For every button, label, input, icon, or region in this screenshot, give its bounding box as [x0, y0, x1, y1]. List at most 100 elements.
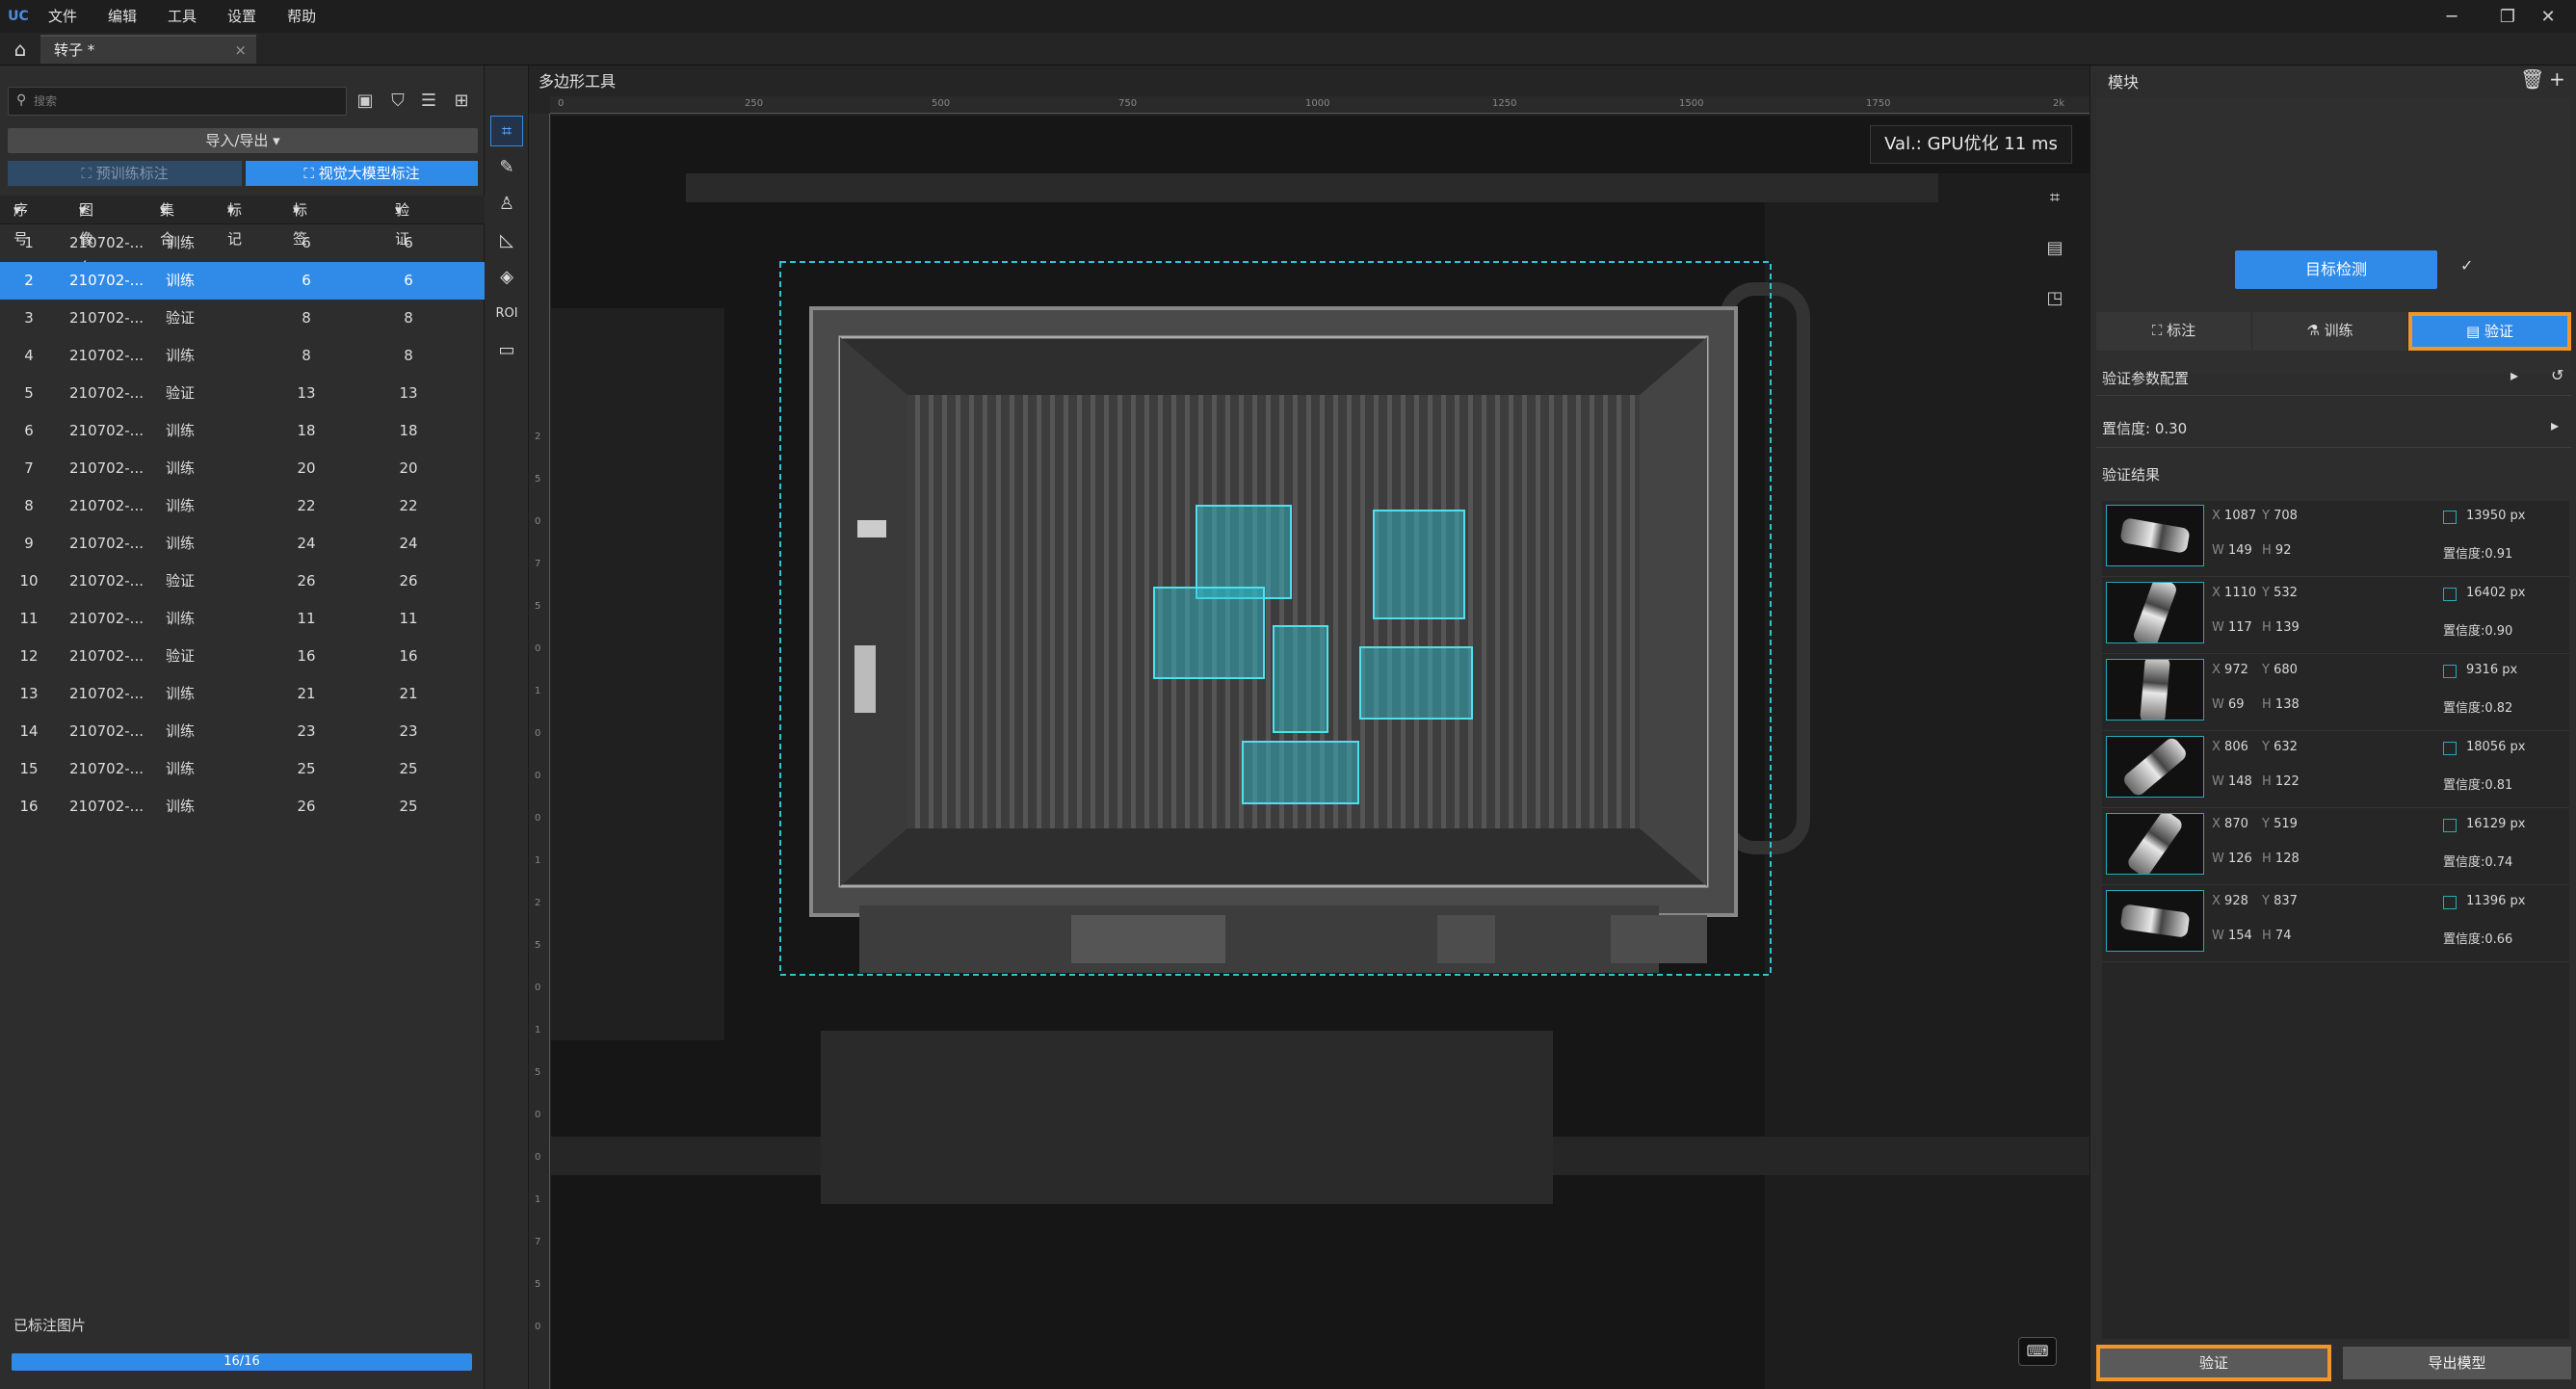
- result-area: 16402 px: [2466, 586, 2526, 600]
- result-checkbox[interactable]: [2443, 511, 2457, 524]
- verify-button[interactable]: 验证: [2096, 1345, 2331, 1381]
- keyboard-icon[interactable]: ⌨: [2018, 1337, 2057, 1366]
- result-item[interactable]: X 806 Y 632 W 148 H 122 18056 px 置信度:0.81: [2102, 732, 2569, 808]
- result-checkbox[interactable]: [2443, 819, 2457, 832]
- menu-item-1[interactable]: 编辑: [92, 0, 152, 33]
- table-cell: 训练: [166, 798, 196, 815]
- table-cell: 210702-...: [69, 535, 144, 552]
- table-row[interactable]: 9 210702-... 训练 24 24: [0, 525, 485, 563]
- close-tab-icon[interactable]: ×: [234, 37, 247, 64]
- result-item[interactable]: X 928 Y 837 W 154 H 74 11396 px 置信度:0.66: [2102, 886, 2569, 962]
- grid-view-icon[interactable]: ⊞: [449, 89, 474, 114]
- tab-train[interactable]: ⚗ 训练: [2252, 312, 2408, 351]
- stamp-icon[interactable]: ♙: [490, 189, 523, 220]
- tab-verify[interactable]: ▤ 验证: [2408, 312, 2571, 351]
- module-tabs: ⛶ 标注 ⚗ 训练 ▤ 验证: [2096, 312, 2571, 351]
- select-region-icon[interactable]: ▭: [490, 335, 523, 366]
- table-cell: 16: [399, 647, 418, 665]
- result-thumbnail: [2106, 813, 2204, 875]
- list-view-icon[interactable]: ☰: [416, 89, 441, 114]
- table-cell: 210702-...: [69, 347, 144, 364]
- menu-item-3[interactable]: 设置: [212, 0, 272, 33]
- table-cell: 20: [297, 459, 316, 477]
- table-row[interactable]: 8 210702-... 训练 22 22: [0, 487, 485, 525]
- table-cell: 210702-...: [69, 798, 144, 815]
- document-tab[interactable]: 转子 * ×: [40, 35, 256, 64]
- menu-item-4[interactable]: 帮助: [272, 0, 331, 33]
- filter-icon[interactable]: ⛉: [385, 89, 410, 114]
- table-cell: 210702-...: [69, 647, 144, 665]
- ruler-tick: 0: [535, 643, 541, 654]
- table-row[interactable]: 1 210702-... 训练 6 6: [0, 224, 485, 262]
- table-row[interactable]: 16 210702-... 训练 26 25: [0, 788, 485, 826]
- minimize-button[interactable]: ─: [2424, 0, 2480, 33]
- search-input[interactable]: [34, 92, 332, 111]
- polygon-tool-icon[interactable]: ⌗: [490, 116, 523, 146]
- vision-model-label-button[interactable]: ⛶ 视觉大模型标注: [246, 161, 478, 186]
- delete-icon[interactable]: 🗑: [2520, 67, 2544, 91]
- table-row[interactable]: 10 210702-... 验证 26 26: [0, 563, 485, 600]
- table-row[interactable]: 13 210702-... 训练 21 21: [0, 675, 485, 713]
- fit-view-icon[interactable]: ⌗: [2037, 181, 2072, 216]
- magic-wand-icon[interactable]: ✎: [490, 152, 523, 183]
- eraser-icon[interactable]: ◈: [490, 262, 523, 293]
- result-item[interactable]: X 870 Y 519 W 126 H 128 16129 px 置信度:0.74: [2102, 809, 2569, 885]
- table-cell: 210702-...: [69, 497, 144, 514]
- col-image-name[interactable]: 图像名▾: [79, 196, 93, 276]
- mask-icon[interactable]: ◳: [2037, 281, 2072, 316]
- table-row[interactable]: 3 210702-... 验证 8 8: [0, 300, 485, 337]
- ruler-tick: 7: [535, 1237, 541, 1247]
- col-labels[interactable]: 标签 ▾: [293, 196, 307, 248]
- result-w: 126: [2228, 852, 2252, 866]
- tab-label[interactable]: ⛶ 标注: [2096, 312, 2252, 351]
- table-cell: 验证: [166, 647, 196, 665]
- image-view[interactable]: Val.: GPU优化 11 ms ⌗ ▤ ◳ ⌨: [551, 116, 2090, 1389]
- result-checkbox[interactable]: [2443, 665, 2457, 678]
- table-row[interactable]: 15 210702-... 训练 25 25: [0, 750, 485, 788]
- table-cell: 25: [297, 760, 316, 777]
- result-item[interactable]: X 972 Y 680 W 69 H 138 9316 px 置信度:0.82: [2102, 655, 2569, 731]
- table-cell: 26: [297, 572, 316, 590]
- table-row[interactable]: 6 210702-... 训练 18 18: [0, 412, 485, 450]
- expand-params-icon[interactable]: ▸: [2510, 366, 2518, 384]
- import-export-button[interactable]: 导入/导出 ▾: [8, 128, 478, 153]
- table-cell: 210702-...: [69, 422, 144, 439]
- col-index[interactable]: 序号 ▾: [13, 196, 28, 248]
- brush-icon[interactable]: ◺: [490, 225, 523, 256]
- table-row[interactable]: 5 210702-... 验证 13 13: [0, 375, 485, 412]
- ruler-tick: 1: [535, 1194, 541, 1205]
- pretrain-label-button[interactable]: ⛶ 预训练标注: [8, 161, 242, 186]
- table-cell: 1: [24, 234, 34, 251]
- table-row[interactable]: 11 210702-... 训练 11 11: [0, 600, 485, 638]
- table-row[interactable]: 12 210702-... 验证 16 16: [0, 638, 485, 675]
- object-detection-module[interactable]: 目标检测: [2235, 250, 2437, 289]
- col-verify[interactable]: 验证 ▾: [395, 196, 409, 248]
- validation-timing: Val.: GPU优化 11 ms: [1870, 125, 2072, 164]
- table-cell: 22: [399, 497, 418, 514]
- col-mark[interactable]: 标记 ▾: [227, 196, 242, 248]
- table-row[interactable]: 2 210702-... 训练 6 6: [0, 262, 485, 300]
- table-row[interactable]: 14 210702-... 训练 23 23: [0, 713, 485, 750]
- expand-confidence-icon[interactable]: ▸: [2551, 416, 2559, 434]
- result-y: 632: [2274, 740, 2298, 754]
- add-module-icon[interactable]: +: [2549, 67, 2565, 91]
- labeled-progress: 16/16: [12, 1353, 472, 1371]
- table-row[interactable]: 7 210702-... 训练 20 20: [0, 450, 485, 487]
- menu-item-2[interactable]: 工具: [152, 0, 212, 33]
- result-item[interactable]: X 1110 Y 532 W 117 H 139 16402 px 置信度:0.90: [2102, 578, 2569, 654]
- result-item[interactable]: X 1087 Y 708 W 149 H 92 13950 px 置信度:0.91: [2102, 501, 2569, 577]
- close-button[interactable]: ✕: [2520, 0, 2576, 33]
- export-model-button[interactable]: 导出模型: [2343, 1347, 2571, 1379]
- table-row[interactable]: 4 210702-... 训练 8 8: [0, 337, 485, 375]
- result-checkbox[interactable]: [2443, 742, 2457, 755]
- annotation-list-icon[interactable]: ▤: [2037, 231, 2072, 266]
- menu-item-0[interactable]: 文件: [33, 0, 92, 33]
- roi-icon[interactable]: ROI: [490, 299, 523, 329]
- image-filter-icon[interactable]: ▣: [353, 89, 378, 114]
- result-checkbox[interactable]: [2443, 588, 2457, 601]
- col-set[interactable]: 集合 ▾: [160, 196, 174, 248]
- home-icon[interactable]: ⌂: [10, 39, 31, 60]
- ruler-tick: 1250: [1492, 98, 1517, 109]
- history-icon[interactable]: ↺: [2551, 366, 2563, 384]
- result-checkbox[interactable]: [2443, 896, 2457, 909]
